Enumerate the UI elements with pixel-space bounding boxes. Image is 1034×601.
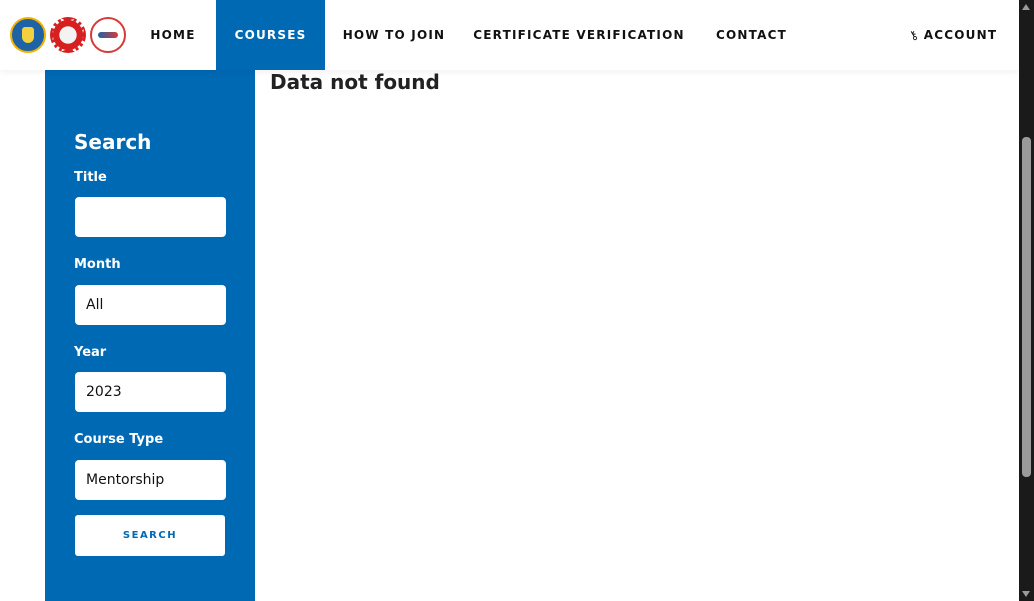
polytechnic-gear-logo [50, 17, 86, 53]
partner-logo [90, 17, 126, 53]
key-icon: ⚷ [905, 26, 922, 44]
scroll-thumb[interactable] [1022, 137, 1031, 477]
search-heading: Search [74, 130, 152, 154]
nav-certificate-verification[interactable]: CERTIFICATE VERIFICATION [466, 0, 692, 70]
year-label: Year [74, 345, 107, 360]
account-label: ACCOUNT [923, 28, 998, 42]
page-scrollbar[interactable] [1019, 0, 1034, 601]
nav-home[interactable]: HOME [133, 0, 213, 70]
nav-how-to-join[interactable]: HOW TO JOIN [331, 0, 457, 70]
no-data-message: Data not found [270, 70, 440, 94]
scroll-up-arrow-icon[interactable] [1022, 4, 1030, 10]
search-button[interactable]: SEARCH [75, 515, 225, 556]
title-input[interactable] [75, 197, 226, 237]
page: Search Title Month All Year 2023 Course … [0, 0, 1034, 601]
course-type-select-value: Mentorship [86, 472, 165, 488]
month-select[interactable]: All [75, 285, 226, 325]
title-label: Title [74, 170, 107, 185]
year-select-value: 2023 [86, 384, 122, 400]
month-select-value: All [86, 297, 104, 313]
nav-account[interactable]: ⚷ ACCOUNT [900, 0, 1006, 70]
year-select[interactable]: 2023 [75, 372, 226, 412]
course-type-select[interactable]: Mentorship [75, 460, 226, 500]
top-navbar: HOME COURSES HOW TO JOIN CERTIFICATE VER… [0, 0, 1019, 70]
month-label: Month [74, 257, 121, 272]
nav-courses[interactable]: COURSES [216, 0, 325, 70]
nav-contact[interactable]: CONTACT [700, 0, 803, 70]
logo-group[interactable] [10, 17, 126, 53]
search-sidebar: Search Title Month All Year 2023 Course … [45, 40, 255, 601]
scroll-down-arrow-icon[interactable] [1022, 591, 1030, 597]
kemendikbud-logo [10, 17, 46, 53]
course-type-label: Course Type [74, 432, 164, 447]
